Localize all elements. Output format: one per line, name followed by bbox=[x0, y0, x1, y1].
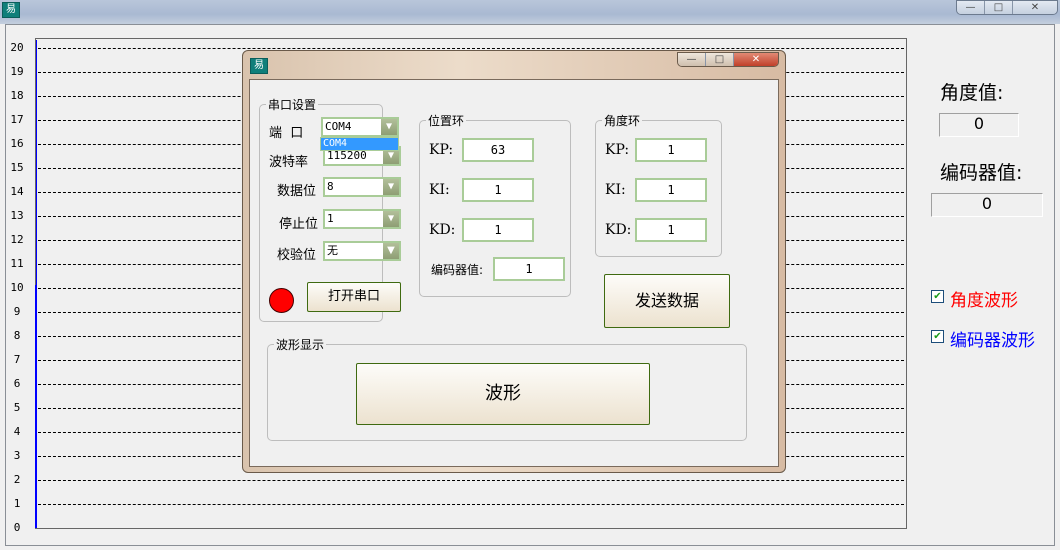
stop-bits-label: 停止位 bbox=[279, 217, 319, 232]
pos-ki-input[interactable]: 1 bbox=[462, 178, 534, 202]
port-label: 端 口 bbox=[269, 126, 304, 141]
minimize-button[interactable]: — bbox=[957, 1, 985, 14]
window-controls: — □ ✕ bbox=[956, 0, 1058, 15]
y-tick-label: 7 bbox=[13, 353, 21, 366]
send-data-button[interactable]: 发送数据 bbox=[604, 274, 730, 328]
y-tick-label: 3 bbox=[13, 449, 21, 462]
chevron-down-icon[interactable]: ▼ bbox=[381, 119, 397, 135]
dialog-minimize-button[interactable]: — bbox=[678, 53, 706, 66]
y-tick-label: 13 bbox=[10, 209, 24, 222]
app-icon: 易 bbox=[2, 2, 20, 18]
gridline bbox=[38, 480, 904, 481]
maximize-button[interactable]: □ bbox=[985, 1, 1013, 14]
dialog-icon: 易 bbox=[250, 58, 268, 74]
encoder-wave-checkbox[interactable]: ✔ bbox=[931, 330, 944, 343]
chevron-down-icon[interactable]: ▼ bbox=[383, 179, 399, 195]
y-tick-label: 8 bbox=[13, 329, 21, 342]
chevron-down-icon[interactable]: ▼ bbox=[383, 243, 399, 259]
angle-value-display: 0 bbox=[939, 113, 1019, 137]
port-dropdown-option[interactable]: COM4 bbox=[320, 137, 399, 151]
encoder-value-display: 0 bbox=[931, 193, 1043, 217]
port-value: COM4 bbox=[325, 120, 352, 133]
angle-value-label: 角度值: bbox=[940, 82, 1004, 104]
ang-kd-input[interactable]: 1 bbox=[635, 218, 707, 242]
y-tick-label: 4 bbox=[13, 425, 21, 438]
parity-select[interactable]: 无 ▼ bbox=[323, 241, 401, 261]
parity-value: 无 bbox=[327, 244, 338, 257]
data-bits-select[interactable]: 8 ▼ bbox=[323, 177, 401, 197]
angle-wave-label[interactable]: 角度波形 bbox=[950, 286, 1018, 311]
y-tick-label: 9 bbox=[13, 305, 21, 318]
data-bits-value: 8 bbox=[327, 180, 334, 193]
plot-series-line-lower bbox=[35, 285, 37, 528]
dialog-maximize-button[interactable]: □ bbox=[706, 53, 734, 66]
parity-label: 校验位 bbox=[277, 248, 317, 263]
ang-kp-input[interactable]: 1 bbox=[635, 138, 707, 162]
stop-bits-select[interactable]: 1 ▼ bbox=[323, 209, 401, 229]
plot-series-line bbox=[36, 40, 37, 285]
y-tick-label: 12 bbox=[10, 233, 24, 246]
chevron-down-icon[interactable]: ▼ bbox=[383, 211, 399, 227]
dialog-client: 串口设置 端 口 COM4 ▼ COM4 波特率 115200 ▼ 数据位 8 ▼ 停… bbox=[249, 79, 779, 467]
waveform-button[interactable]: 波形 bbox=[356, 363, 650, 425]
pos-ki-label: KI: bbox=[429, 182, 450, 198]
dialog-close-button[interactable]: ✕ bbox=[734, 53, 778, 66]
y-tick-label: 20 bbox=[10, 41, 24, 54]
serial-status-indicator bbox=[269, 288, 294, 313]
y-tick-label: 11 bbox=[10, 257, 24, 270]
y-tick-label: 16 bbox=[10, 137, 24, 150]
y-tick-label: 0 bbox=[13, 521, 21, 534]
open-serial-button[interactable]: 打开串口 bbox=[307, 282, 401, 312]
y-tick-label: 2 bbox=[13, 473, 21, 486]
ang-ki-label: KI: bbox=[605, 182, 626, 198]
dialog-controls: — □ ✕ bbox=[677, 52, 779, 67]
ang-kd-label: KD: bbox=[605, 222, 632, 238]
y-tick-label: 19 bbox=[10, 65, 24, 78]
y-tick-label: 15 bbox=[10, 161, 24, 174]
y-tick-label: 17 bbox=[10, 113, 24, 126]
ang-ki-input[interactable]: 1 bbox=[635, 178, 707, 202]
baud-label: 波特率 bbox=[269, 155, 309, 170]
y-tick-label: 6 bbox=[13, 377, 21, 390]
gridline bbox=[38, 504, 904, 505]
position-loop-title: 位置环 bbox=[426, 112, 467, 129]
close-button[interactable]: ✕ bbox=[1013, 1, 1057, 14]
settings-dialog: 易 — □ ✕ 串口设置 端 口 COM4 ▼ COM4 波特率 115200 ▼ … bbox=[242, 50, 786, 473]
pos-kp-input[interactable]: 63 bbox=[462, 138, 534, 162]
port-select[interactable]: COM4 ▼ bbox=[321, 117, 399, 137]
title-bar: 易 — □ ✕ bbox=[0, 0, 1060, 24]
pos-kd-input[interactable]: 1 bbox=[462, 218, 534, 242]
pos-encoder-label: 编码器值: bbox=[431, 263, 484, 277]
encoder-wave-label[interactable]: 编码器波形 bbox=[950, 326, 1035, 351]
angle-wave-checkbox[interactable]: ✔ bbox=[931, 290, 944, 303]
y-tick-label: 18 bbox=[10, 89, 24, 102]
ang-kp-label: KP: bbox=[605, 142, 630, 158]
waveform-group-title: 波形显示 bbox=[274, 336, 327, 353]
y-tick-label: 5 bbox=[13, 401, 21, 414]
gridline bbox=[38, 48, 904, 49]
serial-group-title: 串口设置 bbox=[266, 96, 319, 113]
data-bits-label: 数据位 bbox=[277, 184, 317, 199]
pos-encoder-input[interactable]: 1 bbox=[493, 257, 565, 281]
y-tick-label: 10 bbox=[10, 281, 24, 294]
encoder-value-label: 编码器值: bbox=[940, 162, 1023, 184]
angle-loop-title: 角度环 bbox=[602, 112, 643, 129]
stop-bits-value: 1 bbox=[327, 212, 334, 225]
y-tick-label: 1 bbox=[13, 497, 21, 510]
pos-kp-label: KP: bbox=[429, 142, 454, 158]
y-tick-label: 14 bbox=[10, 185, 24, 198]
pos-kd-label: KD: bbox=[429, 222, 456, 238]
